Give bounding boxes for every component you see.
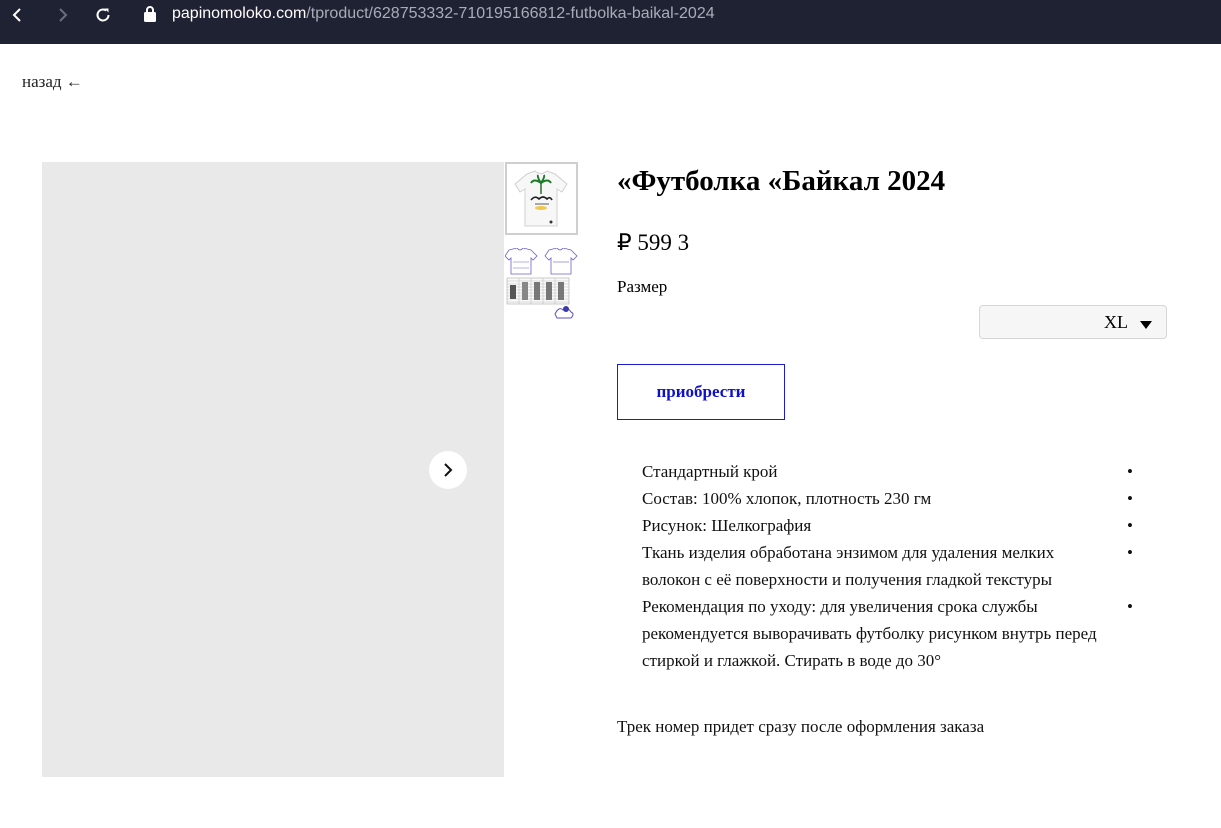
caret-down-icon bbox=[1140, 321, 1152, 329]
back-nav-button[interactable] bbox=[6, 4, 28, 26]
feature-text: Стандартный крой bbox=[642, 462, 778, 481]
size-selected-value: XL bbox=[1104, 312, 1128, 332]
bullet-icon: • bbox=[1127, 462, 1133, 481]
gallery-thumbnail-size-chart[interactable] bbox=[505, 248, 578, 321]
url-path: /tproduct/628753332-710195166812-futbolk… bbox=[306, 5, 715, 22]
product-price: ₽ 599 3 bbox=[617, 230, 690, 255]
size-select[interactable]: XL bbox=[979, 305, 1167, 339]
product-title: «Футболка «Байкал 2024 bbox=[617, 165, 946, 197]
browser-toolbar: papinomoloko.com/tproduct/628753332-7101… bbox=[0, 0, 1221, 40]
feature-item: Рисунок: Шелкография • bbox=[642, 512, 1133, 539]
chevron-right-icon bbox=[444, 463, 453, 477]
buy-button[interactable]: приобрести bbox=[617, 364, 785, 420]
tshirt-image bbox=[507, 164, 576, 233]
size-label: Размер bbox=[617, 277, 668, 296]
bullet-icon: • bbox=[1127, 489, 1133, 508]
gallery-thumbnail-tshirt[interactable] bbox=[505, 162, 578, 235]
lock-icon bbox=[144, 6, 156, 22]
size-chart-image bbox=[505, 248, 578, 321]
feature-text: Рекомендация по уходу: для увеличения ср… bbox=[642, 597, 1097, 670]
forward-nav-button[interactable] bbox=[52, 4, 74, 26]
feature-item: Состав: 100% хлопок, плотность 230 гм • bbox=[642, 485, 1133, 512]
feature-item: Рекомендация по уходу: для увеличения ср… bbox=[642, 593, 1133, 674]
feature-text: Рисунок: Шелкография bbox=[642, 516, 812, 535]
delivery-note: Трек номер придет сразу после оформления… bbox=[617, 717, 985, 736]
bullet-icon: • bbox=[1127, 543, 1133, 562]
bullet-icon: • bbox=[1127, 597, 1133, 616]
back-link[interactable]: назад ← bbox=[22, 72, 83, 92]
feature-item: Ткань изделия обработана энзимом для уда… bbox=[642, 539, 1133, 593]
reload-button[interactable] bbox=[92, 4, 114, 26]
feature-item: Стандартный крой • bbox=[642, 458, 1133, 485]
bullet-icon: • bbox=[1127, 516, 1133, 535]
gallery-next-button[interactable] bbox=[429, 451, 467, 489]
chevron-left-icon bbox=[12, 8, 21, 22]
feature-text: Ткань изделия обработана энзимом для уда… bbox=[642, 543, 1055, 589]
product-gallery-main-image[interactable] bbox=[42, 162, 504, 777]
product-page: назад ← «Футболка «Байкал 2024 ₽ 599 3 Р… bbox=[0, 44, 1221, 828]
product-features-list: Стандартный крой • Состав: 100% хлопок, п… bbox=[642, 458, 1142, 674]
feature-text: Состав: 100% хлопок, плотность 230 гм bbox=[642, 489, 932, 508]
url-host: papinomoloko.com bbox=[172, 5, 307, 22]
reload-icon bbox=[96, 8, 110, 22]
chevron-right-icon bbox=[59, 8, 68, 22]
address-bar[interactable]: papinomoloko.com/tproduct/628753332-7101… bbox=[172, 4, 715, 24]
